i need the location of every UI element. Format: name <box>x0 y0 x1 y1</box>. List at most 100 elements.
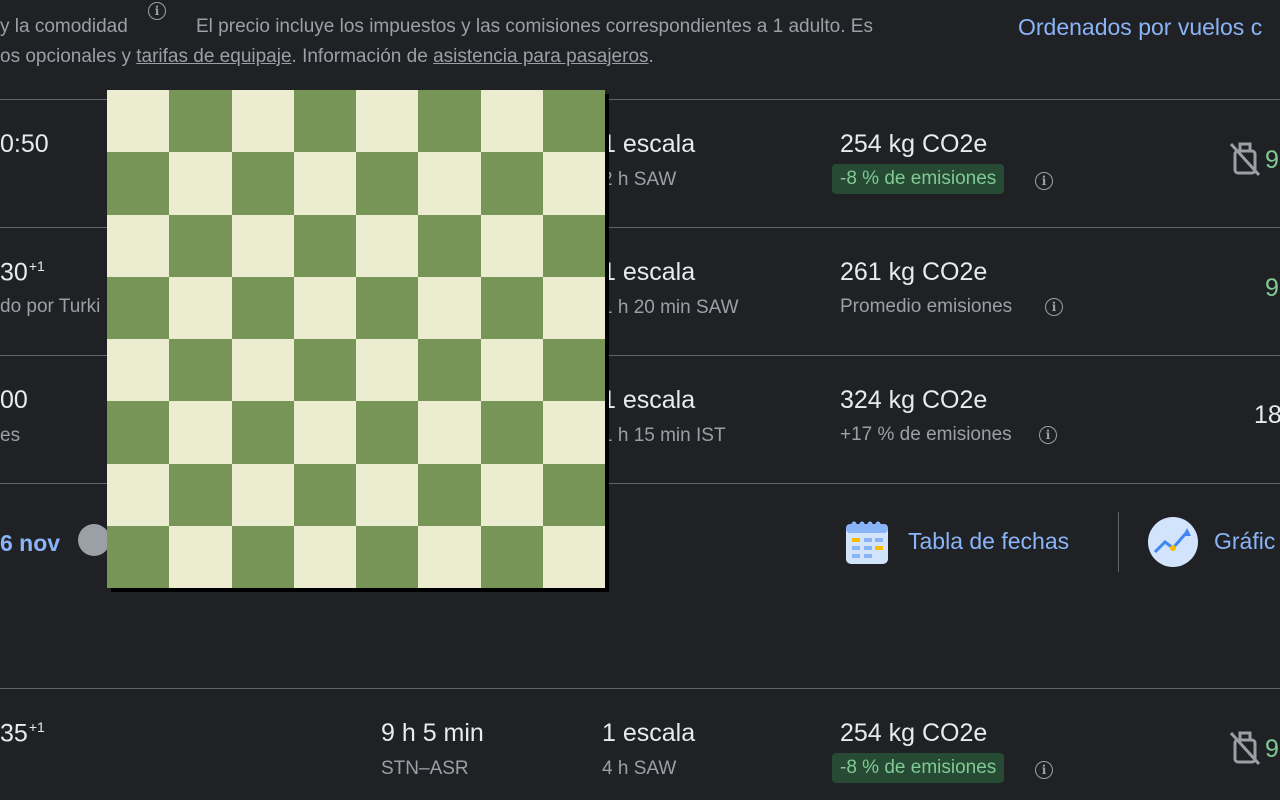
no-carry-on-bag-icon <box>1228 141 1262 182</box>
price-graph-label: Gráfic <box>1214 528 1276 554</box>
chess-square[interactable] <box>107 401 170 464</box>
chess-square[interactable] <box>542 152 605 215</box>
chess-square[interactable] <box>169 463 232 526</box>
chess-square[interactable] <box>169 90 232 153</box>
chessboard-overlay[interactable] <box>107 90 605 588</box>
chess-square[interactable] <box>231 401 294 464</box>
chess-square[interactable] <box>480 214 543 277</box>
date-slider-handle[interactable] <box>78 524 110 556</box>
chess-square[interactable] <box>418 214 481 277</box>
chess-square[interactable] <box>542 401 605 464</box>
chess-square[interactable] <box>107 276 170 339</box>
chess-square[interactable] <box>480 463 543 526</box>
info-line-2-end: . <box>648 46 654 67</box>
airline-name: es <box>0 425 21 446</box>
chess-square[interactable] <box>356 339 419 402</box>
chess-square[interactable] <box>480 525 543 588</box>
chess-square[interactable] <box>480 401 543 464</box>
emissions-info-icon[interactable]: i <box>1035 172 1053 190</box>
chess-square[interactable] <box>169 525 232 588</box>
chess-square[interactable] <box>542 525 605 588</box>
baggage-fees-link[interactable]: tarifas de equipaje <box>136 46 291 67</box>
chess-square[interactable] <box>231 463 294 526</box>
chess-square[interactable] <box>418 339 481 402</box>
date-table-label: Tabla de fechas <box>908 528 1070 554</box>
chess-square[interactable] <box>293 276 356 339</box>
chess-square[interactable] <box>169 401 232 464</box>
chess-square[interactable] <box>356 214 419 277</box>
chess-square[interactable] <box>107 339 170 402</box>
chess-square[interactable] <box>107 525 170 588</box>
no-carry-on-bag-icon <box>1228 730 1262 771</box>
chess-square[interactable] <box>418 276 481 339</box>
emissions-value: 254 kg CO2e <box>840 719 988 747</box>
chess-square[interactable] <box>480 90 543 153</box>
chess-square[interactable] <box>356 276 419 339</box>
chess-square[interactable] <box>293 90 356 153</box>
chess-square[interactable] <box>418 463 481 526</box>
chess-square[interactable] <box>480 276 543 339</box>
chess-square[interactable] <box>418 401 481 464</box>
date-label: 6 nov <box>0 530 61 556</box>
chess-square[interactable] <box>107 463 170 526</box>
emissions-value: 261 kg CO2e <box>840 258 988 286</box>
chess-square[interactable] <box>231 525 294 588</box>
emissions-info-icon[interactable]: i <box>1035 761 1053 779</box>
chess-square[interactable] <box>356 152 419 215</box>
emissions-note: Promedio emisiones <box>840 296 1013 317</box>
chess-square[interactable] <box>542 339 605 402</box>
emissions-info-icon[interactable]: i <box>1039 426 1057 444</box>
chess-square[interactable] <box>169 339 232 402</box>
emissions-note: -8 % de emisiones <box>832 164 1005 194</box>
chess-square[interactable] <box>542 463 605 526</box>
calendar-icon <box>844 518 890 571</box>
comfort-text: y la comodidad <box>0 16 128 37</box>
chess-square[interactable] <box>231 339 294 402</box>
info-line-2: os opcionales y tarifas de equipaje. Inf… <box>0 46 654 68</box>
chess-square[interactable] <box>231 90 294 153</box>
price: 9 <box>1265 274 1279 302</box>
chess-square[interactable] <box>231 152 294 215</box>
emissions-note: -8 % de emisiones <box>832 753 1005 783</box>
chess-square[interactable] <box>231 276 294 339</box>
stops-count: 1 escala <box>602 386 696 414</box>
chess-square[interactable] <box>293 339 356 402</box>
chess-square[interactable] <box>107 152 170 215</box>
divider <box>0 688 1280 689</box>
chess-square[interactable] <box>418 525 481 588</box>
chess-square[interactable] <box>356 90 419 153</box>
chess-square[interactable] <box>107 90 170 153</box>
chess-square[interactable] <box>542 276 605 339</box>
chess-square[interactable] <box>542 90 605 153</box>
chess-square[interactable] <box>356 463 419 526</box>
price-graph-icon <box>1147 516 1199 573</box>
chess-square[interactable] <box>293 525 356 588</box>
emissions-note: +17 % de emisiones <box>840 424 1012 445</box>
chess-square[interactable] <box>542 214 605 277</box>
chess-square[interactable] <box>480 152 543 215</box>
airline-name: do por Turki <box>0 296 101 317</box>
chess-square[interactable] <box>231 214 294 277</box>
chess-square[interactable] <box>418 152 481 215</box>
chess-square[interactable] <box>293 401 356 464</box>
passenger-assistance-link[interactable]: asistencia para pasajeros <box>433 46 648 67</box>
stops-count: 1 escala <box>602 130 696 158</box>
chess-square[interactable] <box>107 214 170 277</box>
chess-square[interactable] <box>293 463 356 526</box>
stop-detail: 1 h 20 min SAW <box>602 297 739 318</box>
chess-square[interactable] <box>356 401 419 464</box>
chess-square[interactable] <box>293 152 356 215</box>
emissions-value: 324 kg CO2e <box>840 386 988 414</box>
chess-square[interactable] <box>169 276 232 339</box>
chess-square[interactable] <box>418 90 481 153</box>
chess-square[interactable] <box>169 152 232 215</box>
departure-time: 0:50 <box>0 130 49 158</box>
chess-square[interactable] <box>169 214 232 277</box>
chess-square[interactable] <box>480 339 543 402</box>
chess-square[interactable] <box>293 214 356 277</box>
chess-square[interactable] <box>356 525 419 588</box>
info-icon[interactable]: i <box>148 2 166 20</box>
emissions-info-icon[interactable]: i <box>1045 298 1063 316</box>
sort-button[interactable]: Ordenados por vuelos c <box>1018 14 1262 41</box>
emissions-badge: -8 % de emisiones <box>832 753 1005 783</box>
